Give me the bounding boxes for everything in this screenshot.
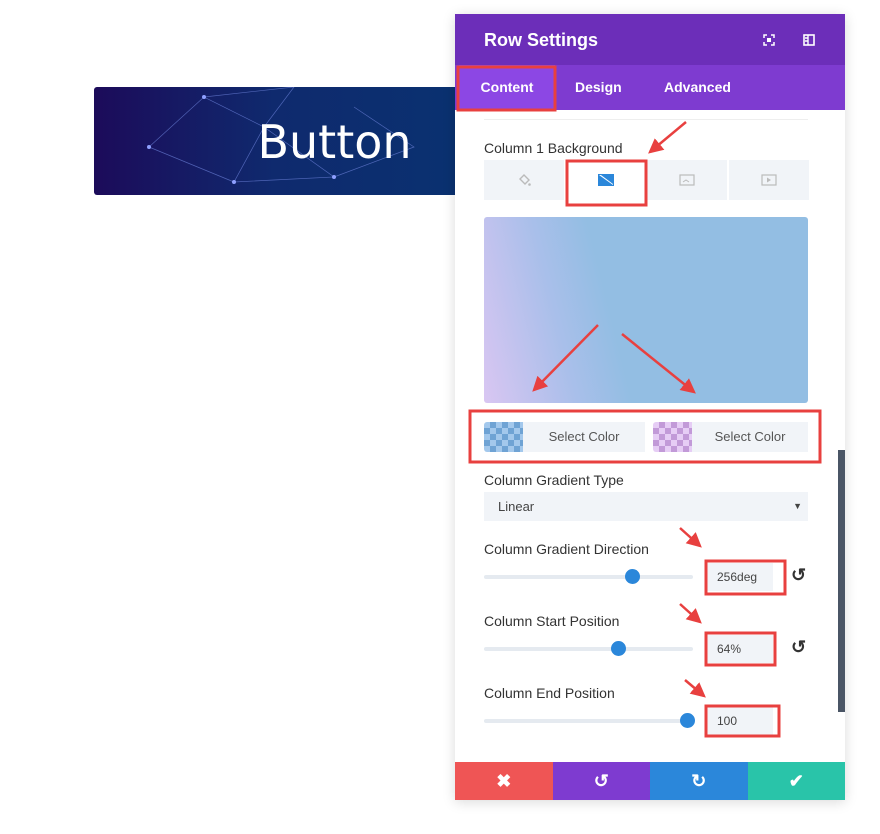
start-position-input[interactable]: 64% <box>707 635 773 663</box>
bg-tab-gradient[interactable] <box>566 160 646 200</box>
chevron-down-icon: ▼ <box>793 501 802 511</box>
paint-bucket-icon <box>519 174 531 186</box>
bg-tab-color[interactable] <box>484 160 564 200</box>
split-view-icon[interactable] <box>803 34 815 46</box>
row-settings-panel: Row Settings Content Design Advanced Col… <box>455 14 845 800</box>
tab-advanced[interactable]: Advanced <box>664 65 731 110</box>
end-position-input[interactable]: 100 <box>707 707 773 735</box>
gradient-type-value: Linear <box>498 499 535 514</box>
scrollbar[interactable] <box>838 450 845 712</box>
panel-tabs: Content Design Advanced <box>455 65 845 110</box>
redo-button[interactable]: ↻ <box>650 762 748 800</box>
image-icon <box>679 174 695 186</box>
bg-tab-image[interactable] <box>647 160 727 200</box>
direction-input[interactable]: 256deg <box>707 563 773 591</box>
undo-button[interactable]: ↺ <box>552 762 650 800</box>
end-position-slider[interactable] <box>484 713 695 728</box>
divider <box>484 119 808 120</box>
video-icon <box>761 174 777 186</box>
direction-label: Column Gradient Direction <box>484 541 649 557</box>
gradient-type-label: Column Gradient Type <box>484 472 624 488</box>
gradient-icon <box>598 174 614 186</box>
gradient-preview <box>484 217 808 403</box>
end-color-swatch[interactable] <box>653 422 692 452</box>
fullscreen-icon[interactable] <box>763 34 775 46</box>
direction-slider[interactable] <box>484 569 693 584</box>
reset-icon[interactable]: ↺ <box>791 637 806 658</box>
start-color-swatch[interactable] <box>484 422 523 452</box>
panel-header: Row Settings <box>455 14 845 65</box>
close-button[interactable]: ✖ <box>455 762 553 800</box>
start-position-slider-thumb[interactable] <box>610 641 626 656</box>
tab-content[interactable]: Content <box>459 65 555 110</box>
gradient-type-select[interactable]: Linear ▼ <box>484 492 808 521</box>
end-position-label: Column End Position <box>484 685 615 701</box>
end-select-color-button[interactable]: Select Color <box>692 422 808 452</box>
reset-icon[interactable]: ↺ <box>791 565 806 586</box>
end-position-slider-thumb[interactable] <box>679 713 695 728</box>
save-button[interactable]: ✔ <box>747 762 845 800</box>
button-preview: Button <box>94 87 455 195</box>
bg-tab-video[interactable] <box>729 160 809 200</box>
start-position-slider[interactable] <box>484 641 693 656</box>
start-select-color-button[interactable]: Select Color <box>523 422 645 452</box>
tab-design[interactable]: Design <box>575 65 622 110</box>
direction-slider-thumb[interactable] <box>625 569 641 584</box>
start-position-label: Column Start Position <box>484 613 620 629</box>
background-label: Column 1 Background <box>484 140 623 156</box>
panel-title: Row Settings <box>484 30 599 50</box>
button-text[interactable]: Button <box>94 115 455 169</box>
